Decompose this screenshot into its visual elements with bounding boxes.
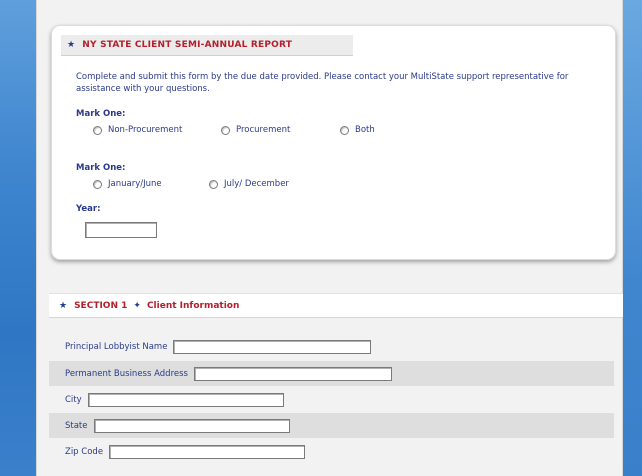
radio-july-december[interactable]: July/ December <box>209 179 289 189</box>
radio-procurement[interactable]: Procurement <box>221 125 340 135</box>
radio-label: July/ December <box>224 179 289 189</box>
radio-label: Procurement <box>236 125 291 135</box>
form-row-state: State <box>49 413 614 438</box>
form-row-business-address: Permanent Business Address <box>49 361 614 386</box>
section-1-title-suffix: Client Information <box>146 300 240 311</box>
background-right-edge <box>623 0 642 476</box>
period-radio-group: January/June July/ December <box>93 177 289 191</box>
business-address-input[interactable] <box>193 366 392 381</box>
field-label: Principal Lobbyist Name <box>65 341 168 352</box>
year-input[interactable] <box>85 222 157 238</box>
state-input[interactable] <box>93 418 290 433</box>
procurement-radio-group: Non-Procurement Procurement Both <box>93 123 375 137</box>
radio-label: January/June <box>108 179 162 189</box>
mark-one-label-1: Mark One: <box>76 109 126 119</box>
diamond-star-icon: ✦ <box>133 300 141 311</box>
radio-circle-icon[interactable] <box>221 125 230 135</box>
radio-circle-icon[interactable] <box>209 179 218 189</box>
form-row-principal-lobbyist: Principal Lobbyist Name <box>49 334 614 359</box>
report-header: ★ NY STATE CLIENT SEMI-ANNUAL REPORT <box>61 35 353 56</box>
report-title: NY STATE CLIENT SEMI-ANNUAL REPORT <box>82 40 293 50</box>
principal-lobbyist-name-input[interactable] <box>173 339 372 354</box>
field-label: State <box>65 420 88 431</box>
radio-both[interactable]: Both <box>340 125 375 135</box>
year-label: Year: <box>76 204 101 214</box>
radio-circle-icon[interactable] <box>340 125 349 135</box>
radio-label: Both <box>355 125 375 135</box>
radio-circle-icon[interactable] <box>93 125 102 135</box>
section-1-header: ★ SECTION 1 ✦ Client Information <box>49 293 623 318</box>
mark-one-label-2: Mark One: <box>76 163 126 173</box>
form-row-city: City <box>49 387 614 412</box>
radio-circle-icon[interactable] <box>93 179 102 189</box>
city-input[interactable] <box>87 392 284 407</box>
zip-code-input[interactable] <box>109 444 306 459</box>
radio-january-june[interactable]: January/June <box>93 179 209 189</box>
form-page: ★ NY STATE CLIENT SEMI-ANNUAL REPORT Com… <box>36 0 623 476</box>
field-label: Permanent Business Address <box>65 368 188 379</box>
radio-label: Non-Procurement <box>108 125 183 135</box>
field-label: City <box>65 394 82 405</box>
radio-non-procurement[interactable]: Non-Procurement <box>93 125 221 135</box>
report-card: ★ NY STATE CLIENT SEMI-ANNUAL REPORT Com… <box>51 25 616 260</box>
form-row-zip: Zip Code <box>49 439 614 464</box>
section-1-title-prefix: SECTION 1 <box>74 300 128 311</box>
star-icon: ★ <box>59 300 68 311</box>
star-icon: ★ <box>67 40 76 50</box>
report-instructions: Complete and submit this form by the due… <box>76 72 569 94</box>
field-label: Zip Code <box>65 446 104 457</box>
